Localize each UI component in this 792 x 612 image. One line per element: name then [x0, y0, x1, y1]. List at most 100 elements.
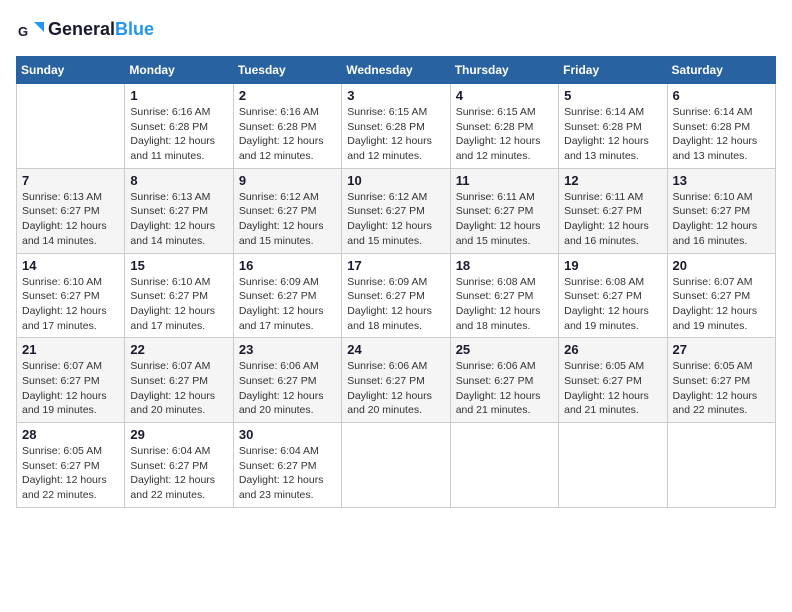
- day-number: 11: [456, 173, 553, 188]
- day-info: Sunrise: 6:05 AM Sunset: 6:27 PM Dayligh…: [673, 359, 770, 418]
- weekday-header: Thursday: [450, 57, 558, 84]
- calendar-cell: 15 Sunrise: 6:10 AM Sunset: 6:27 PM Dayli…: [125, 253, 233, 338]
- calendar-cell: 18 Sunrise: 6:08 AM Sunset: 6:27 PM Dayli…: [450, 253, 558, 338]
- page-header: G GeneralBlue: [16, 16, 776, 44]
- logo: G GeneralBlue: [16, 16, 154, 44]
- day-number: 5: [564, 88, 661, 103]
- day-info: Sunrise: 6:04 AM Sunset: 6:27 PM Dayligh…: [130, 444, 227, 503]
- day-number: 7: [22, 173, 119, 188]
- day-number: 2: [239, 88, 336, 103]
- weekday-header: Saturday: [667, 57, 775, 84]
- calendar-cell: [342, 423, 450, 508]
- day-number: 6: [673, 88, 770, 103]
- day-number: 14: [22, 258, 119, 273]
- calendar-cell: 1 Sunrise: 6:16 AM Sunset: 6:28 PM Daylig…: [125, 84, 233, 169]
- day-info: Sunrise: 6:06 AM Sunset: 6:27 PM Dayligh…: [347, 359, 444, 418]
- calendar-week-row: 21 Sunrise: 6:07 AM Sunset: 6:27 PM Dayli…: [17, 338, 776, 423]
- day-number: 15: [130, 258, 227, 273]
- day-info: Sunrise: 6:16 AM Sunset: 6:28 PM Dayligh…: [130, 105, 227, 164]
- calendar-cell: 29 Sunrise: 6:04 AM Sunset: 6:27 PM Dayli…: [125, 423, 233, 508]
- calendar-cell: 28 Sunrise: 6:05 AM Sunset: 6:27 PM Dayli…: [17, 423, 125, 508]
- day-info: Sunrise: 6:10 AM Sunset: 6:27 PM Dayligh…: [130, 275, 227, 334]
- calendar-cell: [450, 423, 558, 508]
- day-number: 3: [347, 88, 444, 103]
- day-info: Sunrise: 6:12 AM Sunset: 6:27 PM Dayligh…: [347, 190, 444, 249]
- calendar-cell: 4 Sunrise: 6:15 AM Sunset: 6:28 PM Daylig…: [450, 84, 558, 169]
- day-info: Sunrise: 6:05 AM Sunset: 6:27 PM Dayligh…: [22, 444, 119, 503]
- day-info: Sunrise: 6:04 AM Sunset: 6:27 PM Dayligh…: [239, 444, 336, 503]
- calendar-week-row: 7 Sunrise: 6:13 AM Sunset: 6:27 PM Daylig…: [17, 168, 776, 253]
- calendar-cell: 10 Sunrise: 6:12 AM Sunset: 6:27 PM Dayli…: [342, 168, 450, 253]
- day-info: Sunrise: 6:09 AM Sunset: 6:27 PM Dayligh…: [347, 275, 444, 334]
- calendar-cell: 23 Sunrise: 6:06 AM Sunset: 6:27 PM Dayli…: [233, 338, 341, 423]
- day-number: 26: [564, 342, 661, 357]
- logo-icon: G: [16, 16, 44, 44]
- calendar-cell: 2 Sunrise: 6:16 AM Sunset: 6:28 PM Daylig…: [233, 84, 341, 169]
- day-number: 17: [347, 258, 444, 273]
- weekday-header: Monday: [125, 57, 233, 84]
- day-info: Sunrise: 6:16 AM Sunset: 6:28 PM Dayligh…: [239, 105, 336, 164]
- calendar-cell: 17 Sunrise: 6:09 AM Sunset: 6:27 PM Dayli…: [342, 253, 450, 338]
- svg-text:G: G: [18, 24, 28, 39]
- calendar-cell: 6Sunrise: 6:14 AM Sunset: 6:28 PM Daylig…: [667, 84, 775, 169]
- day-number: 18: [456, 258, 553, 273]
- day-info: Sunrise: 6:15 AM Sunset: 6:28 PM Dayligh…: [347, 105, 444, 164]
- calendar-cell: 21 Sunrise: 6:07 AM Sunset: 6:27 PM Dayli…: [17, 338, 125, 423]
- calendar-cell: 19Sunrise: 6:08 AM Sunset: 6:27 PM Dayli…: [559, 253, 667, 338]
- day-info: Sunrise: 6:10 AM Sunset: 6:27 PM Dayligh…: [673, 190, 770, 249]
- calendar-cell: 25Sunrise: 6:06 AM Sunset: 6:27 PM Dayli…: [450, 338, 558, 423]
- day-number: 25: [456, 342, 553, 357]
- day-number: 10: [347, 173, 444, 188]
- day-info: Sunrise: 6:05 AM Sunset: 6:27 PM Dayligh…: [564, 359, 661, 418]
- day-number: 12: [564, 173, 661, 188]
- day-info: Sunrise: 6:08 AM Sunset: 6:27 PM Dayligh…: [564, 275, 661, 334]
- day-number: 9: [239, 173, 336, 188]
- day-number: 24: [347, 342, 444, 357]
- day-number: 21: [22, 342, 119, 357]
- calendar-cell: 20 Sunrise: 6:07 AM Sunset: 6:27 PM Dayli…: [667, 253, 775, 338]
- day-number: 23: [239, 342, 336, 357]
- calendar-cell: 14Sunrise: 6:10 AM Sunset: 6:27 PM Dayli…: [17, 253, 125, 338]
- calendar-week-row: 14 Sunrise: 6:10 AM Sunset: 6:27 PM Dayli…: [17, 253, 776, 338]
- calendar-cell: 11Sunrise: 6:11 AM Sunset: 6:27 PM Dayli…: [450, 168, 558, 253]
- calendar-cell: 30 Sunrise: 6:04 AM Sunset: 6:27 PM Dayli…: [233, 423, 341, 508]
- logo-text: GeneralBlue: [48, 20, 154, 40]
- calendar-cell: [17, 84, 125, 169]
- calendar-cell: 26 Sunrise: 6:05 AM Sunset: 6:27 PM Dayli…: [559, 338, 667, 423]
- day-number: 4: [456, 88, 553, 103]
- day-info: Sunrise: 6:08 AM Sunset: 6:27 PM Dayligh…: [456, 275, 553, 334]
- calendar-cell: 9 Sunrise: 6:12 AM Sunset: 6:27 PM Daylig…: [233, 168, 341, 253]
- day-info: Sunrise: 6:13 AM Sunset: 6:27 PM Dayligh…: [22, 190, 119, 249]
- day-info: Sunrise: 6:07 AM Sunset: 6:27 PM Dayligh…: [130, 359, 227, 418]
- calendar-cell: 22 Sunrise: 6:07 AM Sunset: 6:27 PM Dayli…: [125, 338, 233, 423]
- weekday-header: Tuesday: [233, 57, 341, 84]
- day-info: Sunrise: 6:09 AM Sunset: 6:27 PM Dayligh…: [239, 275, 336, 334]
- day-info: Sunrise: 6:15 AM Sunset: 6:28 PM Dayligh…: [456, 105, 553, 164]
- day-number: 27: [673, 342, 770, 357]
- day-info: Sunrise: 6:07 AM Sunset: 6:27 PM Dayligh…: [673, 275, 770, 334]
- day-info: Sunrise: 6:12 AM Sunset: 6:27 PM Dayligh…: [239, 190, 336, 249]
- calendar-cell: 16 Sunrise: 6:09 AM Sunset: 6:27 PM Dayli…: [233, 253, 341, 338]
- calendar-header: SundayMondayTuesdayWednesdayThursdayFrid…: [17, 57, 776, 84]
- day-info: Sunrise: 6:14 AM Sunset: 6:28 PM Dayligh…: [564, 105, 661, 164]
- day-info: Sunrise: 6:07 AM Sunset: 6:27 PM Dayligh…: [22, 359, 119, 418]
- weekday-header: Friday: [559, 57, 667, 84]
- calendar-cell: 3 Sunrise: 6:15 AM Sunset: 6:28 PM Daylig…: [342, 84, 450, 169]
- day-info: Sunrise: 6:11 AM Sunset: 6:27 PM Dayligh…: [564, 190, 661, 249]
- calendar-table: SundayMondayTuesdayWednesdayThursdayFrid…: [16, 56, 776, 508]
- day-number: 13: [673, 173, 770, 188]
- day-number: 29: [130, 427, 227, 442]
- day-number: 28: [22, 427, 119, 442]
- calendar-cell: 27 Sunrise: 6:05 AM Sunset: 6:27 PM Dayli…: [667, 338, 775, 423]
- day-number: 30: [239, 427, 336, 442]
- calendar-cell: 24 Sunrise: 6:06 AM Sunset: 6:27 PM Dayli…: [342, 338, 450, 423]
- day-info: Sunrise: 6:06 AM Sunset: 6:27 PM Dayligh…: [239, 359, 336, 418]
- day-number: 1: [130, 88, 227, 103]
- day-number: 22: [130, 342, 227, 357]
- day-number: 20: [673, 258, 770, 273]
- weekday-header: Wednesday: [342, 57, 450, 84]
- weekday-header: Sunday: [17, 57, 125, 84]
- day-number: 16: [239, 258, 336, 273]
- calendar-cell: [559, 423, 667, 508]
- calendar-cell: 8Sunrise: 6:13 AM Sunset: 6:27 PM Daylig…: [125, 168, 233, 253]
